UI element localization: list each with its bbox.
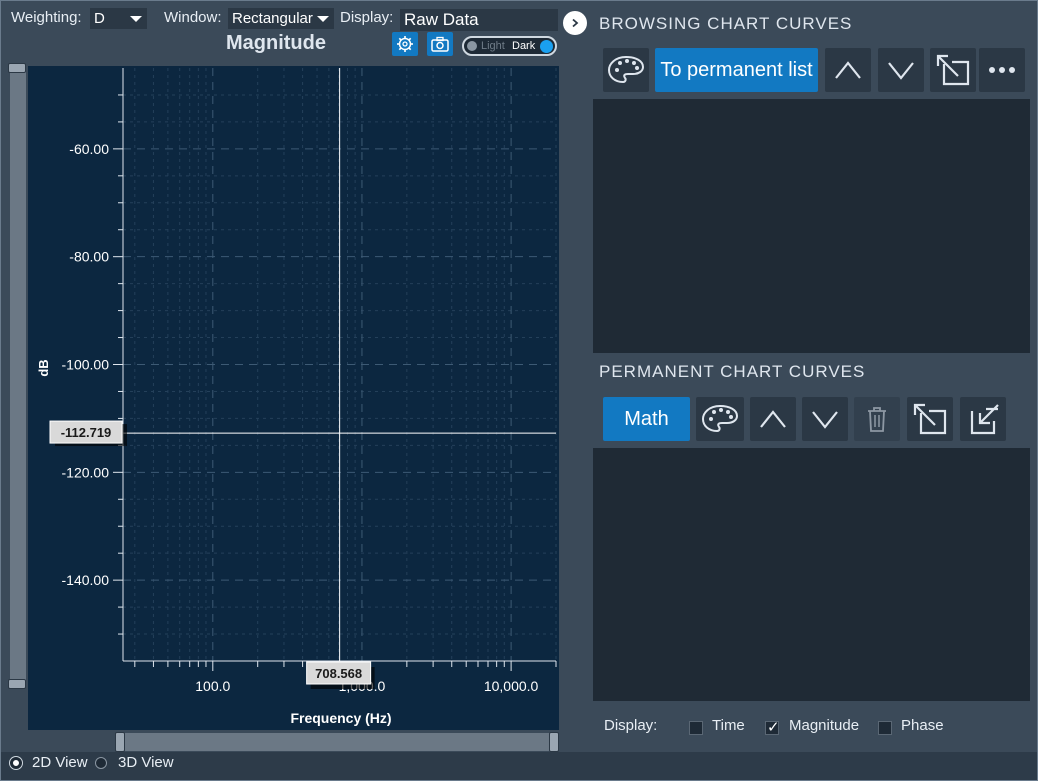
weighting-value: D <box>94 10 105 27</box>
display-value: Raw Data <box>404 10 479 29</box>
x-axis-label: Frequency (Hz) <box>290 710 391 726</box>
permanent-delete-button[interactable] <box>854 397 900 441</box>
y-tick-label: -100.00 <box>62 357 110 373</box>
toggle-dark-label: Dark <box>512 40 536 52</box>
view-3d-radio[interactable] <box>95 757 107 769</box>
magnitude-chart[interactable]: -60.00-80.00-100.00-120.00-140.00100.01,… <box>28 66 559 730</box>
chevron-right-icon <box>572 18 579 28</box>
window-select[interactable]: Rectangular <box>228 8 334 29</box>
y-axis-label: dB <box>36 359 51 376</box>
toggle-light-label: Light <box>481 40 505 52</box>
time-checkbox-label: Time <box>712 717 745 734</box>
x-tick-label: 100.0 <box>195 678 230 694</box>
chart-panel: Weighting: D Window: Rectangular Display… <box>4 4 559 752</box>
y-tick-label: -60.00 <box>69 141 109 157</box>
cursor-x-readout: 708.568 <box>315 666 362 681</box>
y-tick-label: -80.00 <box>69 249 109 265</box>
y-zoom-scrollbar[interactable] <box>8 63 26 689</box>
time-checkbox[interactable] <box>689 721 703 735</box>
permanent-export-button[interactable] <box>907 397 953 441</box>
scroll-handle-right[interactable] <box>549 732 559 752</box>
camera-icon <box>431 36 449 52</box>
chevron-down-icon <box>130 16 142 22</box>
chevron-down-icon <box>317 16 329 22</box>
theme-toggle[interactable]: Light Dark <box>462 36 557 56</box>
browsing-color-button[interactable] <box>603 48 649 92</box>
y-tick-label: -120.00 <box>62 464 110 480</box>
permanent-color-button[interactable] <box>696 397 744 441</box>
permanent-curves-list[interactable] <box>593 448 1030 701</box>
palette-icon <box>607 55 645 84</box>
trash-icon <box>868 407 886 432</box>
browsing-move-down-button[interactable] <box>878 48 924 92</box>
to-permanent-list-button[interactable]: To permanent list <box>655 48 818 92</box>
permanent-move-down-button[interactable] <box>802 397 848 441</box>
export-icon <box>913 403 947 435</box>
y-tick-label: -140.00 <box>62 572 110 588</box>
chevron-up-icon <box>760 410 786 428</box>
cursor-y-readout: -112.719 <box>61 425 112 440</box>
chevron-down-icon <box>812 411 838 429</box>
plot-title: Magnitude <box>226 32 326 54</box>
window-label: Window: <box>164 9 222 26</box>
chart-svg: -60.00-80.00-100.00-120.00-140.00100.01,… <box>36 68 557 726</box>
gear-icon <box>397 36 413 52</box>
import-icon <box>970 404 999 435</box>
chevron-down-icon <box>888 62 914 80</box>
toggle-knob-on <box>540 40 553 53</box>
weighting-select[interactable]: D <box>90 8 147 29</box>
x-zoom-scrollbar[interactable] <box>115 732 559 752</box>
view-3d-label: 3D View <box>118 754 174 771</box>
browsing-curves-list[interactable] <box>593 99 1030 353</box>
display-input[interactable]: Raw Data <box>400 9 558 31</box>
permanent-move-up-button[interactable] <box>750 397 796 441</box>
scroll-handle-left[interactable] <box>115 732 125 752</box>
phase-checkbox[interactable] <box>878 721 892 735</box>
browsing-move-up-button[interactable] <box>825 48 871 92</box>
checkmark-icon: ✓ <box>767 719 780 736</box>
toggle-knob-off <box>467 41 477 51</box>
scroll-handle-bottom[interactable] <box>8 679 26 689</box>
magnitude-checkbox[interactable]: ✓ <box>765 719 780 736</box>
app-window: Weighting: D Window: Rectangular Display… <box>0 0 1038 781</box>
weighting-label: Weighting: <box>11 9 82 26</box>
collapse-panel-button[interactable] <box>563 11 587 35</box>
browsing-export-button[interactable] <box>930 48 976 92</box>
math-button[interactable]: Math <box>603 397 690 441</box>
view-2d-label: 2D View <box>32 754 88 771</box>
permanent-section-title: PERMANENT CHART CURVES <box>599 362 866 381</box>
chevron-up-icon <box>835 61 861 79</box>
browsing-section-title: BROWSING CHART CURVES <box>599 14 853 33</box>
magnitude-checkbox-label: Magnitude <box>789 717 860 734</box>
x-tick-label: 10,000.0 <box>484 678 539 694</box>
screenshot-button[interactable] <box>427 32 453 56</box>
scroll-handle-top[interactable] <box>8 63 26 73</box>
browsing-more-button[interactable] <box>979 48 1025 92</box>
view-mode-bar: 2D View 3D View <box>1 752 1037 780</box>
view-2d-radio[interactable] <box>10 757 22 769</box>
display-options-label: Display: <box>604 717 658 734</box>
display-label: Display: <box>340 9 394 26</box>
phase-checkbox-label: Phase <box>901 717 944 734</box>
permanent-import-button[interactable] <box>960 397 1006 441</box>
export-icon <box>936 54 970 86</box>
chart-settings-button[interactable] <box>392 32 418 56</box>
palette-icon <box>701 404 739 433</box>
window-value: Rectangular <box>232 10 313 27</box>
more-icon <box>989 67 1015 73</box>
